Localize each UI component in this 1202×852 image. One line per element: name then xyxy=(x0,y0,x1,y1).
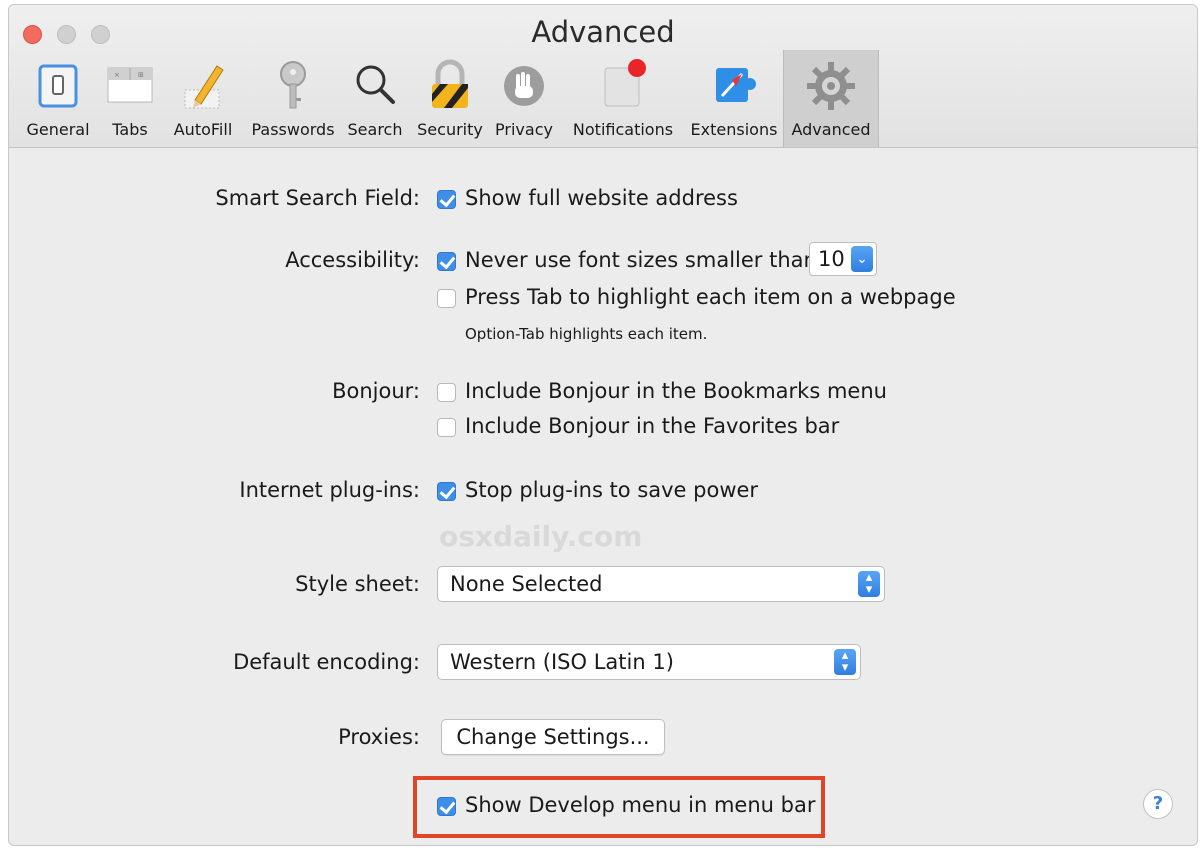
bonjour-favorites-label: Include Bonjour in the Favorites bar xyxy=(465,414,840,438)
tab-autofill-label: AutoFill xyxy=(173,120,233,139)
tab-security[interactable]: Security xyxy=(411,50,489,147)
tab-privacy[interactable]: Privacy xyxy=(492,50,556,147)
show-full-address-checkbox[interactable] xyxy=(437,190,456,209)
encoding-select[interactable]: Western (ISO Latin 1) ▴ ▾ xyxy=(437,644,861,680)
style-sheet-value: None Selected xyxy=(450,572,603,596)
show-full-address-label: Show full website address xyxy=(465,186,738,210)
tab-extensions[interactable]: Extensions xyxy=(686,50,782,147)
tab-tabs-label: Tabs xyxy=(112,120,148,139)
change-settings-button[interactable]: Change Settings... xyxy=(441,719,665,755)
help-button[interactable]: ? xyxy=(1143,789,1173,819)
toolbar: Advanced General × ⊞ Tabs AutoFill Passw… xyxy=(9,5,1197,148)
svg-text:×: × xyxy=(114,71,120,79)
preferences-window: Advanced General × ⊞ Tabs AutoFill Passw… xyxy=(8,4,1198,846)
watermark: osxdaily.com xyxy=(439,520,643,553)
up-down-arrows-icon: ▴ ▾ xyxy=(858,571,880,597)
style-sheet-label: Style sheet: xyxy=(295,572,420,596)
general-switch-icon xyxy=(38,64,78,108)
chevron-down-icon: ⌄ xyxy=(851,246,873,272)
accessibility-label: Accessibility: xyxy=(285,248,420,272)
tab-privacy-label: Privacy xyxy=(495,120,553,139)
window-title: Advanced xyxy=(531,15,675,49)
bonjour-bookmarks-label: Include Bonjour in the Bookmarks menu xyxy=(465,379,887,403)
hand-icon xyxy=(504,66,544,106)
puzzle-compass-icon xyxy=(716,68,756,102)
tab-security-label: Security xyxy=(417,120,483,139)
min-font-size-checkbox[interactable] xyxy=(437,252,456,271)
advanced-settings-pane: Smart Search Field: Show full website ad… xyxy=(9,148,1197,845)
encoding-value: Western (ISO Latin 1) xyxy=(450,650,674,674)
tab-passwords-label: Passwords xyxy=(251,120,335,139)
plugins-label: Internet plug-ins: xyxy=(239,478,420,502)
stop-plugins-checkbox[interactable] xyxy=(437,482,456,501)
tab-passwords[interactable]: Passwords xyxy=(245,50,341,147)
tab-advanced[interactable]: Advanced xyxy=(783,50,879,147)
up-down-arrows-icon: ▴ ▾ xyxy=(834,649,856,675)
stop-plugins-label: Stop plug-ins to save power xyxy=(465,478,759,502)
encoding-label: Default encoding: xyxy=(233,650,420,674)
tab-search[interactable]: Search xyxy=(343,50,407,147)
tab-general[interactable]: General xyxy=(23,50,93,147)
tab-highlight-label: Press Tab to highlight each item on a we… xyxy=(465,285,956,309)
svg-text:⊞: ⊞ xyxy=(138,71,144,79)
tab-notifications[interactable]: Notifications xyxy=(562,50,684,147)
min-font-size-select[interactable]: 10 ⌄ xyxy=(809,242,877,276)
bonjour-favorites-checkbox[interactable] xyxy=(437,418,456,437)
gear-icon xyxy=(807,62,855,110)
bonjour-label: Bonjour: xyxy=(332,379,420,403)
tab-autofill[interactable]: AutoFill xyxy=(167,50,239,147)
tab-notifications-label: Notifications xyxy=(572,120,674,139)
tab-search-label: Search xyxy=(347,120,403,139)
tab-highlight-checkbox[interactable] xyxy=(437,289,456,308)
tab-extensions-label: Extensions xyxy=(690,120,778,139)
option-tab-hint: Option-Tab highlights each item. xyxy=(465,325,708,343)
proxies-label: Proxies: xyxy=(338,725,420,749)
lock-icon xyxy=(432,59,468,108)
magnifier-icon xyxy=(356,65,395,104)
style-sheet-select[interactable]: None Selected ▴ ▾ xyxy=(437,566,885,602)
min-font-size-label: Never use font sizes smaller than xyxy=(465,248,817,272)
tab-tabs[interactable]: × ⊞ Tabs xyxy=(99,50,161,147)
tabs-icon: × ⊞ xyxy=(107,67,153,103)
key-icon xyxy=(280,61,306,109)
show-develop-menu-label: Show Develop menu in menu bar xyxy=(465,793,816,817)
smart-search-label: Smart Search Field: xyxy=(215,186,420,210)
min-font-size-value: 10 xyxy=(818,247,845,271)
tab-advanced-label: Advanced xyxy=(791,120,871,139)
pencil-icon xyxy=(184,65,224,109)
notification-badge-icon xyxy=(604,59,646,107)
bonjour-bookmarks-checkbox[interactable] xyxy=(437,383,456,402)
show-develop-menu-checkbox[interactable] xyxy=(437,797,456,816)
tab-general-label: General xyxy=(26,120,90,139)
